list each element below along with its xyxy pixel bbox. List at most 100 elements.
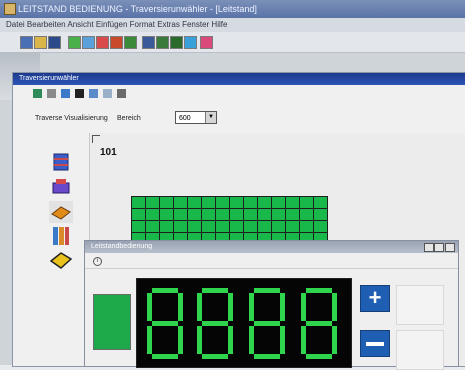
save-icon[interactable] [48,36,61,49]
close-button[interactable] [445,243,455,252]
print-icon[interactable] [110,36,123,49]
storage-slot[interactable] [272,221,285,232]
storage-slot[interactable] [314,209,327,220]
storage-slot[interactable] [258,221,271,232]
app-frame: LEITSTAND BEDIENUNG - Traversierunwähler… [0,0,465,370]
storage-slot[interactable] [188,221,201,232]
visualization-label: Traverse Visualisierung [35,115,108,122]
storage-slot[interactable] [174,209,187,220]
app-title: LEITSTAND BEDIENUNG - Traversierunwähler… [18,4,257,14]
subwindow-title: Leitstandbedienung [91,243,153,250]
window-titlebar: Traversierunwähler [13,73,465,85]
storage-slot[interactable] [230,209,243,220]
aisle-number: 101 [100,147,117,158]
storage-slot[interactable] [202,221,215,232]
zoom-icon[interactable] [170,36,183,49]
storage-slot[interactable] [244,197,257,208]
storage-slot[interactable] [160,221,173,232]
copy-icon[interactable] [82,36,95,49]
storage-slot[interactable] [216,209,229,220]
status-indicator [93,294,131,350]
grid-icon[interactable] [33,89,42,98]
shelf-icon[interactable] [49,225,73,247]
storage-slot[interactable] [272,197,285,208]
bereich-select[interactable]: 600 ▼ [175,111,217,124]
separator [85,268,458,269]
rack-icon[interactable] [49,151,73,173]
bereich-label: Bereich [117,115,141,122]
minimize-button[interactable] [424,243,434,252]
storage-slot[interactable] [216,221,229,232]
segment-digit [301,288,337,359]
storage-slot[interactable] [188,197,201,208]
storage-slot[interactable] [216,197,229,208]
storage-slot[interactable] [258,209,271,220]
storage-slot[interactable] [132,209,145,220]
app-titlebar: LEITSTAND BEDIENUNG - Traversierunwähler… [0,0,465,18]
storage-slot[interactable] [300,209,313,220]
find-icon[interactable] [156,36,169,49]
settings-icon[interactable] [117,89,126,98]
menubar-items[interactable]: Datei Bearbeiten Ansicht Einfügen Format… [6,20,227,29]
redo-icon[interactable] [142,36,155,49]
side-field-top[interactable] [396,285,444,325]
storage-slot[interactable] [202,209,215,220]
storage-slot[interactable] [286,209,299,220]
seven-segment-display [136,278,352,368]
storage-slot[interactable] [132,197,145,208]
window-title: Traversierunwähler [19,75,79,82]
info-icon[interactable]: i [93,257,102,266]
storage-slot[interactable] [314,221,327,232]
storage-slot[interactable] [174,197,187,208]
subwindow-titlebar: Leitstandbedienung [85,241,458,253]
app-icon [4,3,16,15]
storage-slot[interactable] [174,221,187,232]
storage-slot[interactable] [160,197,173,208]
storage-slot[interactable] [258,197,271,208]
storage-slot[interactable] [244,209,257,220]
storage-slot[interactable] [188,209,201,220]
storage-slot[interactable] [160,209,173,220]
filter-icon[interactable] [89,89,98,98]
paste-icon[interactable] [96,36,109,49]
storage-slot[interactable] [300,197,313,208]
increment-button[interactable]: + [360,285,390,312]
leitstand-subwindow: Leitstandbedienung i + [84,240,459,370]
main-toolbar [0,32,465,53]
chevron-down-icon[interactable]: ▼ [205,112,216,123]
storage-slot[interactable] [244,221,257,232]
layers-icon[interactable] [47,89,56,98]
segment-digit [197,288,233,359]
binoculars-icon[interactable] [75,89,84,98]
storage-slot[interactable] [146,209,159,220]
cut-icon[interactable] [68,36,81,49]
box-icon[interactable] [49,201,73,223]
undo-icon[interactable] [124,36,137,49]
storage-slot[interactable] [230,221,243,232]
segment-digit [147,288,183,359]
storage-slot[interactable] [146,197,159,208]
storage-slot[interactable] [314,197,327,208]
stop-icon[interactable] [200,36,213,49]
decrement-button[interactable] [360,330,390,357]
storage-slot[interactable] [300,221,313,232]
storage-slot[interactable] [286,221,299,232]
storage-slot[interactable] [132,221,145,232]
open-icon[interactable] [34,36,47,49]
storage-slot[interactable] [272,209,285,220]
list-icon[interactable] [103,89,112,98]
new-icon[interactable] [20,36,33,49]
side-field-bottom[interactable] [396,330,444,370]
package-icon[interactable] [49,249,73,271]
corner-marker [92,135,100,143]
storage-slot[interactable] [230,197,243,208]
help-icon[interactable] [184,36,197,49]
pallet-icon[interactable] [49,177,73,199]
refresh-icon[interactable] [61,89,70,98]
storage-slot[interactable] [286,197,299,208]
storage-slot[interactable] [146,221,159,232]
menubar[interactable]: Datei Bearbeiten Ansicht Einfügen Format… [0,18,465,32]
storage-slot[interactable] [202,197,215,208]
maximize-button[interactable] [434,243,444,252]
segment-digit [249,288,285,359]
